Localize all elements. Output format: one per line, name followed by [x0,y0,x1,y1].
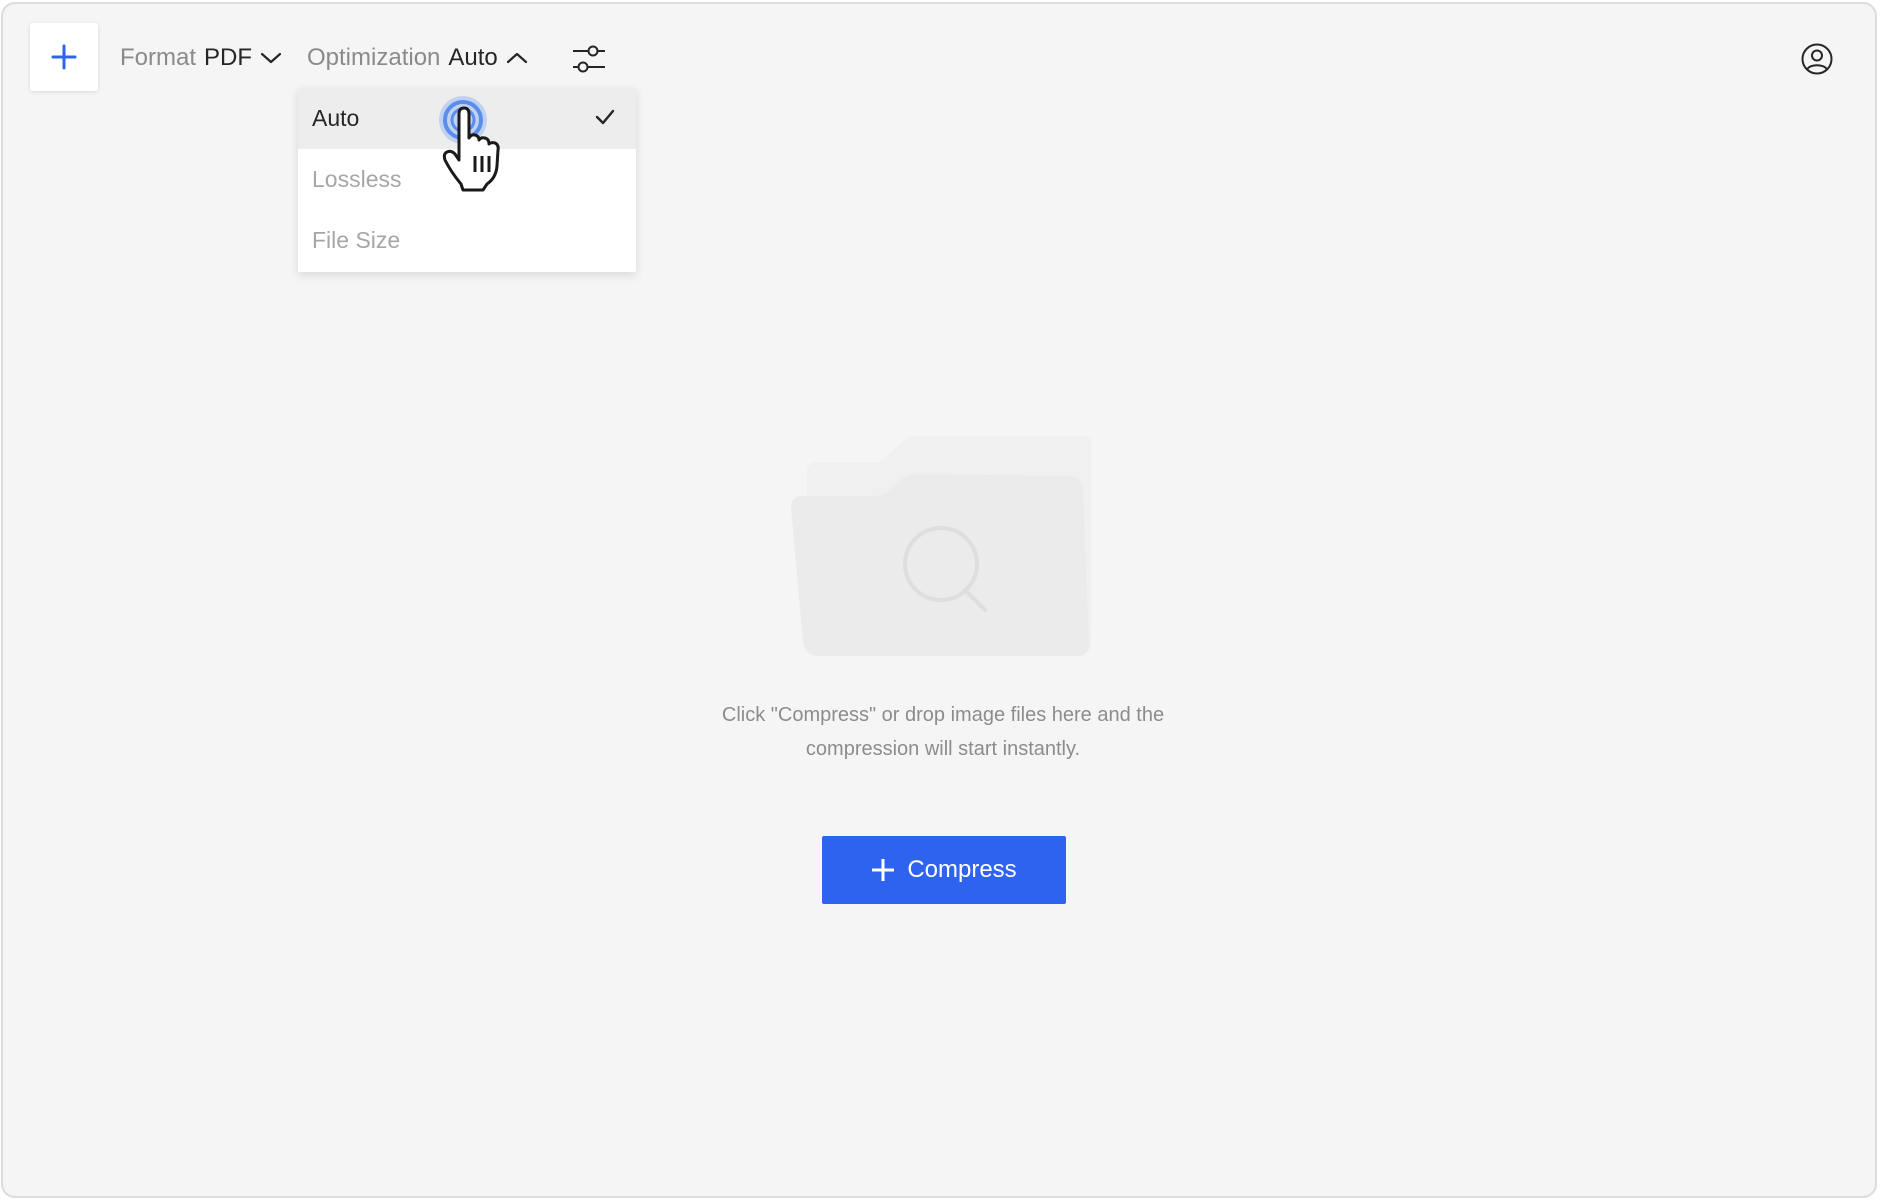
menu-item-label: Lossless [312,166,402,192]
add-file-button[interactable] [30,23,98,91]
menu-item-label: Auto [312,105,360,131]
menu-item-lossless[interactable]: Lossless [298,149,636,210]
format-dropdown[interactable]: Format PDF [120,34,282,82]
app-window: Format PDF Optimization Auto Auto Lossle… [1,2,1877,1198]
menu-item-auto[interactable]: Auto [298,88,636,149]
optimization-label: Optimization [307,44,441,71]
checkmark-icon [595,109,615,125]
menu-item-label: File Size [312,227,401,253]
sliders-icon [573,45,605,73]
account-button[interactable] [1800,42,1834,76]
format-label: Format [120,44,197,71]
folder-search-icon [791,436,1091,656]
empty-state-hint: Click "Compress" or drop image files her… [643,698,1243,766]
chevron-up-icon [506,52,527,64]
compress-button-label: Compress [907,856,1017,883]
compress-button[interactable]: Compress [822,836,1066,904]
hint-line-1: Click "Compress" or drop image files her… [721,704,1165,726]
settings-button[interactable] [569,40,609,78]
chevron-down-icon [260,52,282,64]
menu-item-file-size[interactable]: File Size [298,210,636,271]
optimization-menu: Auto Lossless File Size [298,88,636,272]
hint-line-2: compression will start instantly. [805,738,1081,760]
format-value: PDF [204,44,253,71]
empty-state-illustration [789,432,1101,662]
user-circle-icon [1801,43,1833,75]
optimization-value: Auto [448,44,498,71]
plus-icon [51,44,77,70]
optimization-dropdown[interactable]: Optimization Auto [307,34,528,82]
plus-icon [872,859,895,881]
